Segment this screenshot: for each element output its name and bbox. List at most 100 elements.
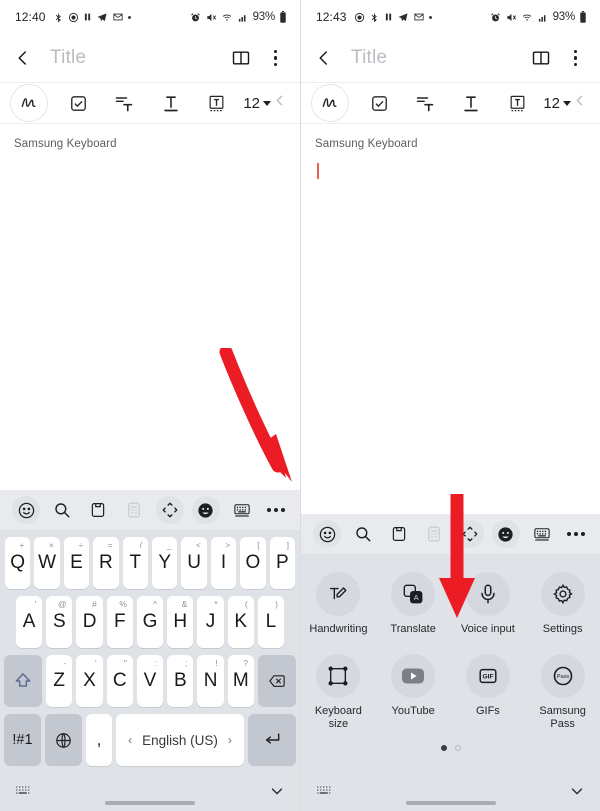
key-v[interactable]: :V xyxy=(136,655,164,707)
key-w[interactable]: × W xyxy=(34,537,60,589)
note-title-placeholder[interactable]: Title xyxy=(50,47,86,69)
reading-mode-icon[interactable] xyxy=(531,48,551,68)
key-j[interactable]: * J xyxy=(197,596,224,648)
key-i[interactable]: > I xyxy=(210,537,237,589)
key-b[interactable]: ; B xyxy=(167,655,194,707)
note-body-left[interactable]: Samsung Keyboard xyxy=(0,124,300,462)
note-body-right[interactable]: Samsung Keyboard xyxy=(301,124,600,462)
key-p[interactable]: ] P xyxy=(269,537,296,589)
key-y[interactable]: _ Y xyxy=(152,537,178,589)
key-a[interactable]: ' A xyxy=(16,596,43,648)
key-g[interactable]: ^ G xyxy=(136,596,164,648)
text-align-icon[interactable] xyxy=(405,93,445,113)
search-icon[interactable] xyxy=(48,496,76,524)
font-size-selector[interactable]: 12 xyxy=(243,95,271,112)
page-dot-active[interactable] xyxy=(440,745,447,751)
kebab-menu-icon[interactable] xyxy=(269,48,282,68)
panel-item-samsung-pass[interactable]: Pass Samsung Pass xyxy=(525,646,600,733)
handwriting-pen-icon[interactable] xyxy=(311,84,349,122)
key-f[interactable]: % F xyxy=(106,596,133,648)
clipboard-icon[interactable] xyxy=(84,496,112,524)
move-keyboard-icon[interactable] xyxy=(155,496,184,524)
dot-icon xyxy=(127,15,131,19)
keyboard-mode-icon[interactable] xyxy=(528,520,556,548)
key-t[interactable]: / T xyxy=(122,537,148,589)
panel-item-settings[interactable]: Settings xyxy=(525,564,600,638)
key-q[interactable]: + Q xyxy=(4,537,31,589)
text-align-icon[interactable] xyxy=(104,93,144,113)
undo-arrow-icon[interactable] xyxy=(571,92,592,114)
emoji-icon[interactable] xyxy=(12,496,40,524)
key-r[interactable]: = R xyxy=(93,537,119,589)
panel-item-keyboard-size[interactable]: Keyboard size xyxy=(301,646,376,733)
reading-mode-icon[interactable] xyxy=(231,48,251,68)
panel-item-voice-input[interactable]: Voice input xyxy=(451,564,526,638)
kebab-menu-icon[interactable] xyxy=(569,48,582,68)
key-h[interactable]: & H xyxy=(167,596,194,648)
key-z[interactable]: -Z xyxy=(46,655,73,707)
key-c[interactable]: " C xyxy=(106,655,133,707)
calculator-icon[interactable] xyxy=(420,520,448,548)
calculator-icon[interactable] xyxy=(120,496,148,524)
more-options-icon[interactable] xyxy=(564,526,588,542)
move-keyboard-icon[interactable] xyxy=(456,520,485,548)
enter-return-icon[interactable] xyxy=(248,714,296,766)
keyboard-mode-icon[interactable] xyxy=(228,496,256,524)
key-l[interactable]: ) L xyxy=(257,596,284,648)
font-size-selector[interactable]: 12 xyxy=(543,95,571,112)
pause-icon xyxy=(384,12,393,22)
key-k[interactable]: (K xyxy=(227,596,254,648)
checkbox-icon[interactable] xyxy=(58,94,98,113)
mini-keyboard-icon[interactable] xyxy=(315,784,334,799)
sticker-icon[interactable] xyxy=(491,520,520,548)
underline-text-icon[interactable] xyxy=(451,93,491,113)
handwriting-pen-icon[interactable] xyxy=(10,84,48,122)
underline-text-icon[interactable] xyxy=(151,93,191,113)
note-title-placeholder[interactable]: Title xyxy=(351,47,387,69)
checkbox-icon[interactable] xyxy=(359,94,399,113)
space-key[interactable]: ‹ English (US) › xyxy=(116,714,244,766)
key-label: Q xyxy=(10,552,26,573)
text-box-icon[interactable] xyxy=(497,94,537,113)
clipboard-icon[interactable] xyxy=(385,520,413,548)
wifi-icon xyxy=(221,12,233,23)
chevron-down-icon[interactable] xyxy=(268,782,286,800)
record-icon xyxy=(354,12,365,23)
undo-arrow-icon[interactable] xyxy=(271,92,292,114)
back-button[interactable] xyxy=(315,49,343,67)
chevron-down-icon[interactable] xyxy=(568,782,586,800)
next-language-icon[interactable]: › xyxy=(228,733,232,747)
more-options-icon[interactable] xyxy=(264,502,288,518)
keyboard-keys: + Q × W ÷ E = R / T _ Y < U > I [O ] P ' A @ S # D %… xyxy=(0,530,300,766)
key-m[interactable]: ? M xyxy=(227,655,254,707)
key-n[interactable]: ! N xyxy=(197,655,224,707)
panel-item-label: Voice input xyxy=(460,623,515,635)
key-o[interactable]: [O xyxy=(240,537,266,589)
panel-item-translate[interactable]: A Translate xyxy=(376,564,451,638)
key-sub: ( xyxy=(244,599,248,609)
symbols-key[interactable]: !#1 xyxy=(4,714,41,766)
key-x[interactable]: ' X xyxy=(76,655,103,707)
key-s[interactable]: @ S xyxy=(46,596,73,648)
page-dot-inactive[interactable] xyxy=(454,745,461,751)
prev-language-icon[interactable]: ‹ xyxy=(128,733,132,747)
panel-item-gifs[interactable]: GIF GIFs xyxy=(451,646,526,733)
emoji-icon[interactable] xyxy=(313,520,341,548)
key-e[interactable]: ÷ E xyxy=(63,537,90,589)
sticker-icon[interactable] xyxy=(191,496,220,524)
home-indicator[interactable] xyxy=(405,801,496,805)
panel-item-youtube[interactable]: YouTube xyxy=(376,646,451,733)
key-u[interactable]: < U xyxy=(181,537,207,589)
home-indicator[interactable] xyxy=(105,801,195,805)
search-icon[interactable] xyxy=(349,520,377,548)
language-globe-icon[interactable] xyxy=(45,714,82,766)
key-d[interactable]: # D xyxy=(76,596,103,648)
shift-arrow-icon[interactable] xyxy=(4,655,43,707)
panel-item-handwriting[interactable]: Handwriting xyxy=(301,564,376,638)
screenshot-root: 12:40 93% Title 12 Samsung Keyboard + Q … xyxy=(0,0,600,811)
mini-keyboard-icon[interactable] xyxy=(14,784,33,799)
back-button[interactable] xyxy=(14,49,42,67)
text-box-icon[interactable] xyxy=(197,94,237,113)
backspace-icon[interactable] xyxy=(257,655,296,707)
comma-key[interactable]: , xyxy=(86,714,112,766)
